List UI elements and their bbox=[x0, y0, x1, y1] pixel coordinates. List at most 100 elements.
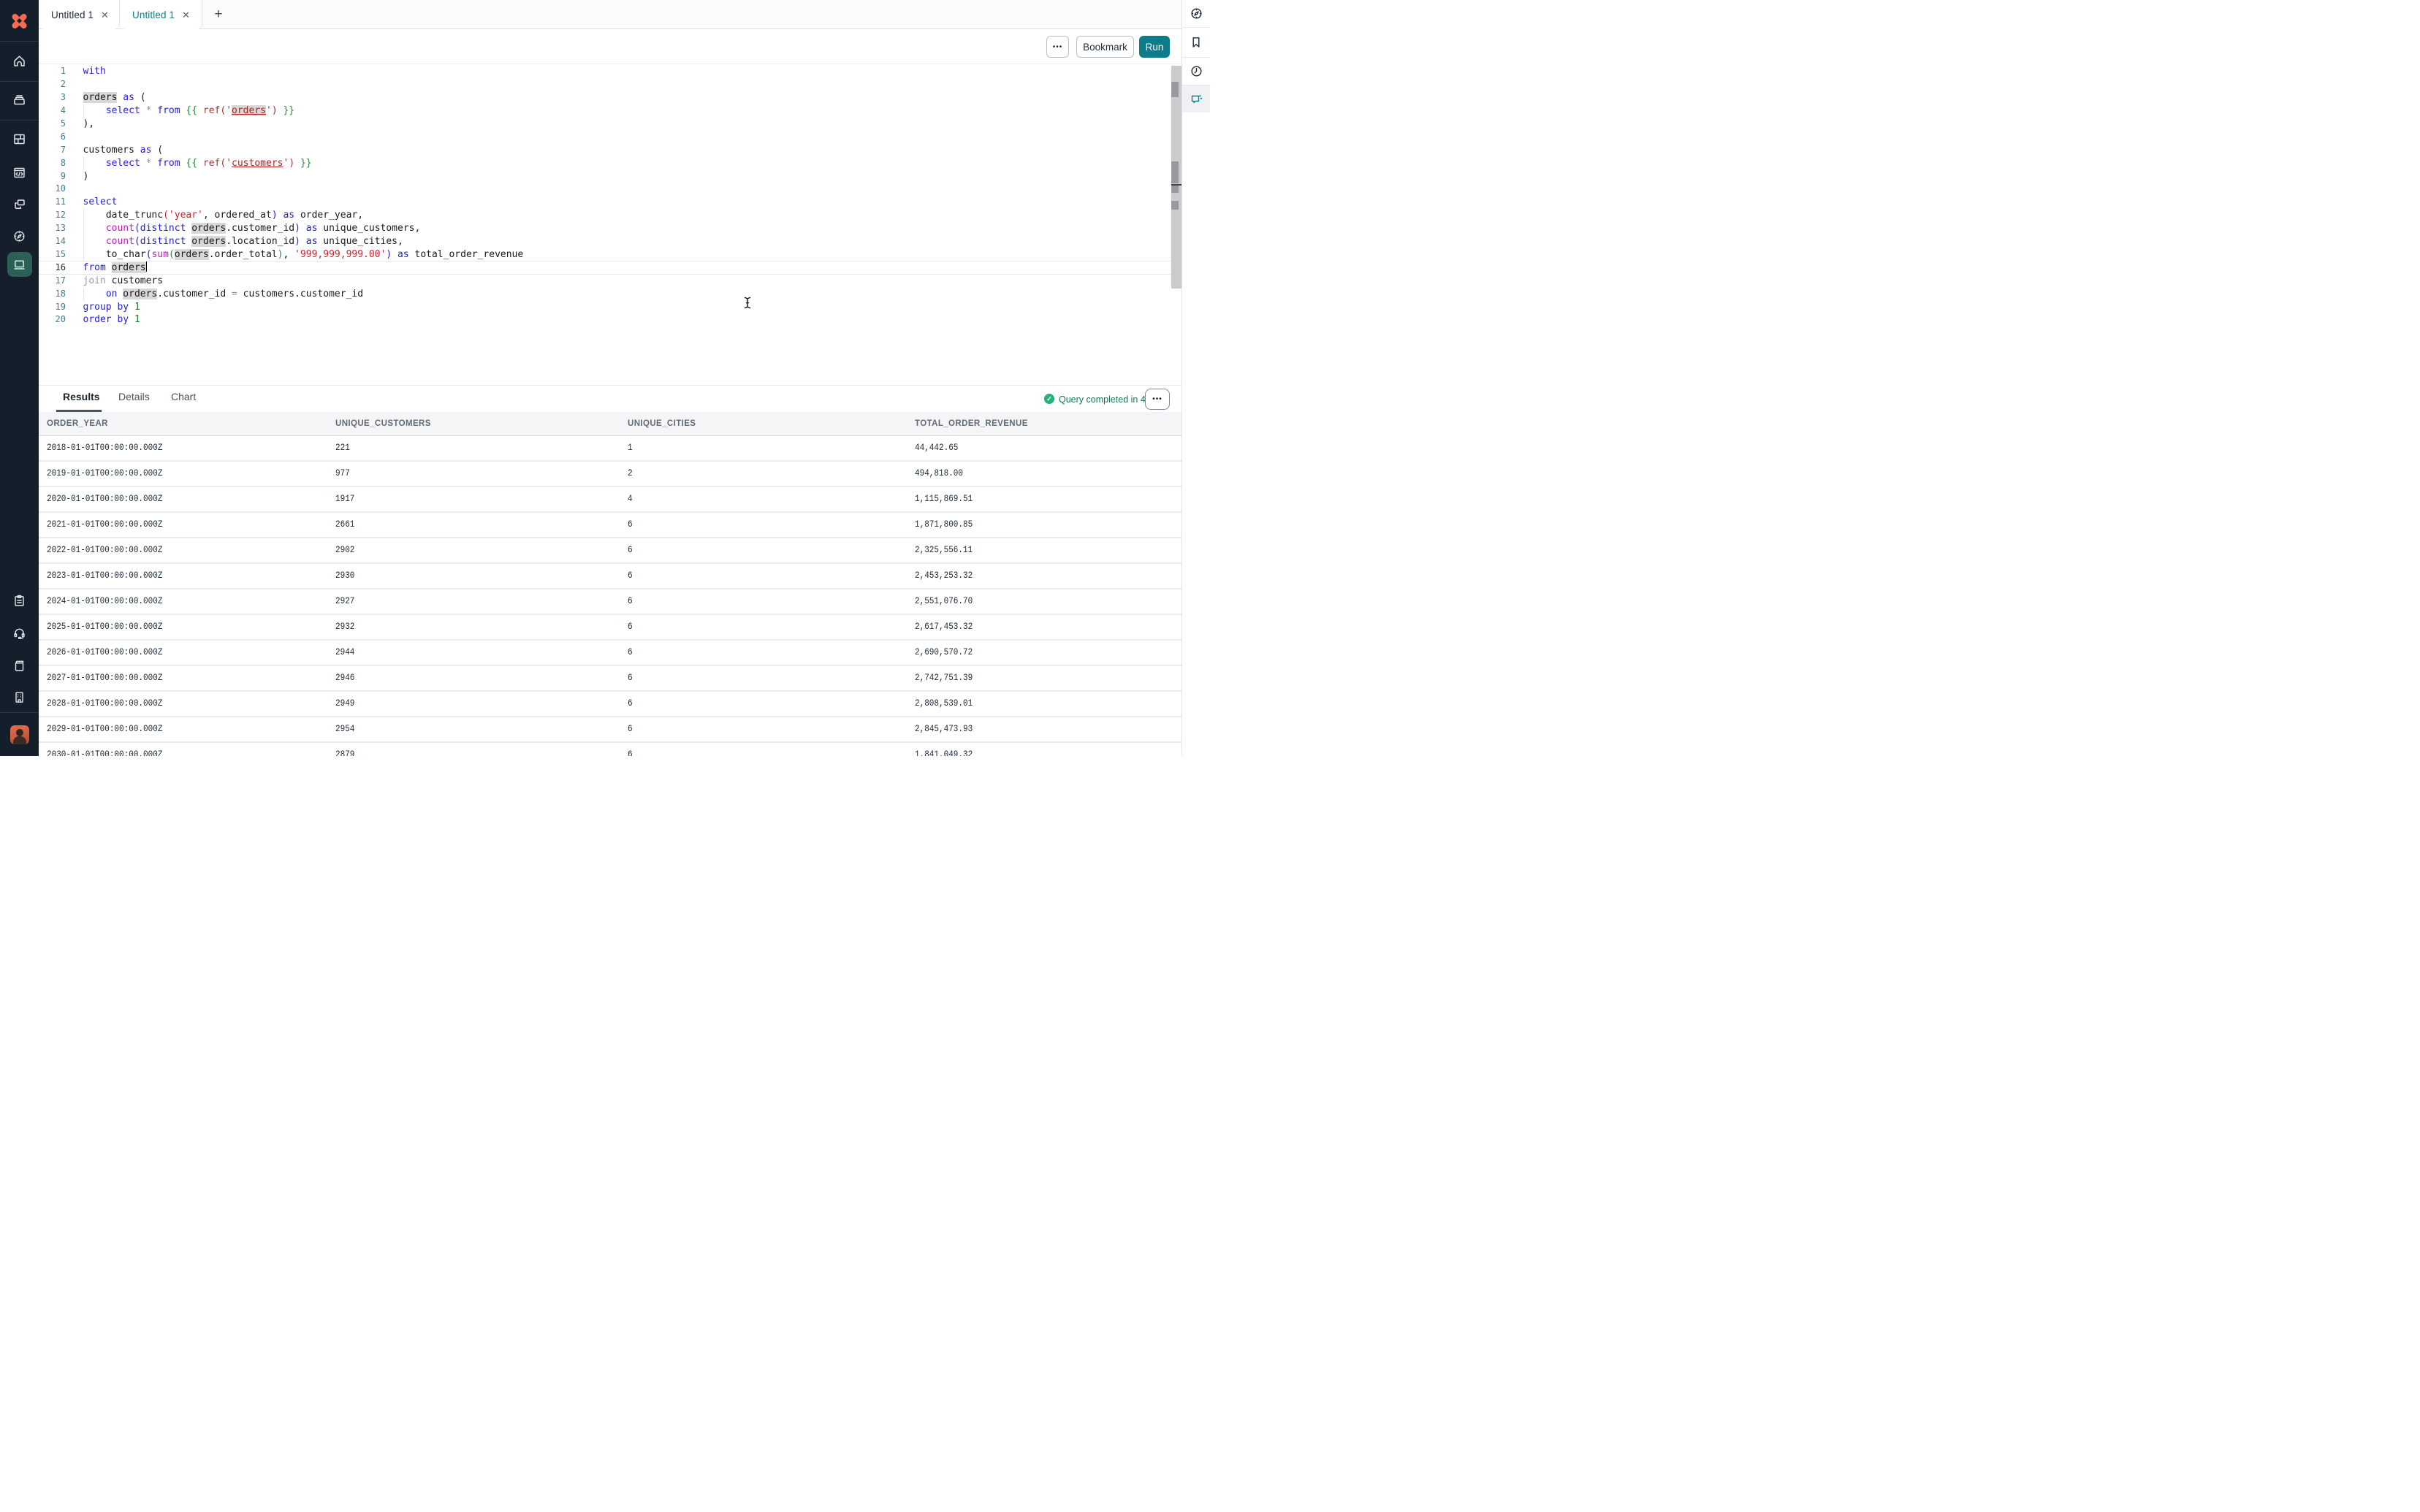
code-line-7[interactable]: 7customers as ( bbox=[39, 144, 1171, 157]
table-cell: 6 bbox=[628, 538, 633, 562]
code-line-15[interactable]: 15 to_char(sum(orders.order_total), '999… bbox=[39, 248, 1171, 261]
table-cell: 221 bbox=[335, 436, 350, 460]
table-cell: 6 bbox=[628, 717, 633, 741]
code-line-16[interactable]: 16from orders bbox=[39, 261, 1171, 275]
support-headset-icon[interactable] bbox=[7, 620, 32, 645]
table-row[interactable]: 2018-01-01T00:00:00.000Z221144,442.65 bbox=[39, 436, 1182, 462]
sidebar-divider bbox=[0, 120, 39, 121]
run-button[interactable]: Run bbox=[1139, 36, 1170, 58]
table-cell: 2028-01-01T00:00:00.000Z bbox=[47, 692, 162, 716]
templates-clipboard-icon[interactable] bbox=[7, 588, 32, 613]
workspace-laptop-icon[interactable] bbox=[7, 252, 32, 277]
table-row[interactable]: 2025-01-01T00:00:00.000Z293262,617,453.3… bbox=[39, 615, 1182, 641]
table-row[interactable]: 2021-01-01T00:00:00.000Z266161,871,800.8… bbox=[39, 513, 1182, 538]
hex-logo-icon bbox=[9, 11, 29, 31]
column-header-order_year[interactable]: ORDER_YEAR bbox=[47, 412, 108, 436]
table-row[interactable]: 2030-01-01T00:00:00.000Z287961,841,049.3… bbox=[39, 743, 1182, 756]
table-cell: 2025-01-01T00:00:00.000Z bbox=[47, 615, 162, 639]
code-window-icon[interactable] bbox=[7, 160, 32, 185]
code-line-11[interactable]: 11select bbox=[39, 196, 1171, 209]
table-header-row: ORDER_YEAR UNIQUE_CUSTOMERS UNIQUE_CITIES T… bbox=[39, 412, 1182, 436]
code-line-8[interactable]: 8 select * from {{ ref('customers') }} bbox=[39, 157, 1171, 170]
table-row[interactable]: 2022-01-01T00:00:00.000Z290262,325,556.1… bbox=[39, 538, 1182, 564]
home-icon[interactable] bbox=[7, 48, 32, 73]
column-header-unique_cities[interactable]: UNIQUE_CITIES bbox=[628, 412, 696, 436]
code-line-3[interactable]: 3 orders as ( bbox=[39, 91, 1171, 104]
line-number: 3 bbox=[39, 91, 66, 104]
column-header-total_order_revenue[interactable]: TOTAL_ORDER_REVENUE bbox=[915, 412, 1028, 436]
table-row[interactable]: 2027-01-01T00:00:00.000Z294662,742,751.3… bbox=[39, 666, 1182, 692]
table-cell: 2944 bbox=[335, 641, 354, 665]
sql-editor[interactable]: 1with23orders as (4 select * from {{ ref… bbox=[39, 64, 1182, 385]
code-line-17[interactable]: 17join customers bbox=[39, 275, 1171, 288]
user-avatar[interactable] bbox=[10, 725, 29, 744]
results-panel: ResultsDetailsChart ✓ Query completed in… bbox=[39, 385, 1182, 756]
explore-compass-icon[interactable] bbox=[1182, 0, 1210, 28]
code-line-12[interactable]: 12 date_trunc('year', ordered_at) as ord… bbox=[39, 209, 1171, 222]
tab-untitled-2[interactable]: Untitled 1 ✕ bbox=[120, 0, 202, 29]
multi-window-icon[interactable] bbox=[7, 191, 32, 216]
table-row[interactable]: 2024-01-01T00:00:00.000Z292762,551,076.7… bbox=[39, 589, 1182, 615]
ai-assistant-chat-icon[interactable] bbox=[1182, 85, 1210, 112]
code-line-10[interactable]: 10 bbox=[39, 183, 1171, 196]
line-number: 15 bbox=[39, 248, 66, 261]
table-row[interactable]: 2026-01-01T00:00:00.000Z294462,690,570.7… bbox=[39, 641, 1182, 666]
results-tab-results[interactable]: Results bbox=[63, 391, 100, 402]
table-cell: 2030-01-01T00:00:00.000Z bbox=[47, 743, 162, 756]
table-body[interactable]: 2018-01-01T00:00:00.000Z221144,442.65201… bbox=[39, 436, 1182, 756]
docs-book-icon[interactable] bbox=[7, 653, 32, 678]
tab-untitled-1[interactable]: Untitled 1 ✕ bbox=[39, 0, 120, 29]
hex-logo[interactable] bbox=[0, 0, 39, 41]
history-clock-icon[interactable] bbox=[1182, 58, 1210, 85]
table-row[interactable]: 2023-01-01T00:00:00.000Z293062,453,253.3… bbox=[39, 564, 1182, 589]
results-more-button[interactable]: ••• bbox=[1145, 389, 1170, 410]
line-number: 10 bbox=[39, 183, 66, 196]
code-line-19[interactable]: 19group by 1 bbox=[39, 301, 1171, 314]
table-cell: 2024-01-01T00:00:00.000Z bbox=[47, 589, 162, 614]
code-line-18[interactable]: 18 on orders.customer_id = customers.cus… bbox=[39, 288, 1171, 301]
code-line-14[interactable]: 14 count(distinct orders.location_id) as… bbox=[39, 235, 1171, 248]
code-line-2[interactable]: 2 bbox=[39, 78, 1171, 91]
query-status-text: Query completed in 4s bbox=[1059, 394, 1150, 405]
table-row[interactable]: 2029-01-01T00:00:00.000Z295462,845,473.9… bbox=[39, 717, 1182, 743]
organization-building-icon[interactable] bbox=[7, 684, 32, 709]
editor-scrollbar[interactable] bbox=[1171, 66, 1182, 289]
bookmark-button[interactable]: Bookmark bbox=[1076, 36, 1134, 58]
line-number: 4 bbox=[39, 104, 66, 118]
apps-grid-icon[interactable] bbox=[7, 126, 32, 151]
table-cell: 2,453,253.32 bbox=[915, 564, 973, 588]
more-options-button[interactable]: ••• bbox=[1046, 36, 1069, 58]
table-cell: 2,690,570.72 bbox=[915, 641, 973, 665]
code-text: count(distinct orders.location_id) as un… bbox=[83, 235, 403, 248]
column-header-unique_customers[interactable]: UNIQUE_CUSTOMERS bbox=[335, 412, 431, 436]
code-text: select * from {{ ref('orders') }} bbox=[83, 104, 295, 118]
projects-drawer-icon[interactable] bbox=[7, 87, 32, 112]
new-tab-button[interactable]: + bbox=[202, 0, 235, 29]
close-icon[interactable]: ✕ bbox=[101, 10, 109, 20]
code-line-5[interactable]: 5), bbox=[39, 118, 1171, 131]
code-line-13[interactable]: 13 count(distinct orders.customer_id) as… bbox=[39, 222, 1171, 235]
table-cell: 6 bbox=[628, 589, 633, 614]
line-number: 9 bbox=[39, 170, 66, 183]
code-line-6[interactable]: 6 bbox=[39, 131, 1171, 144]
table-cell: 2932 bbox=[335, 615, 354, 639]
code-line-9[interactable]: 9) bbox=[39, 170, 1171, 183]
code-text: orders as ( bbox=[83, 91, 146, 104]
line-number: 13 bbox=[39, 222, 66, 235]
code-text: group by 1 bbox=[83, 301, 140, 314]
table-cell: 2927 bbox=[335, 589, 354, 614]
results-tab-chart[interactable]: Chart bbox=[171, 391, 196, 402]
code-line-20[interactable]: 20order by 1 bbox=[39, 313, 1171, 327]
table-row[interactable]: 2028-01-01T00:00:00.000Z294962,808,539.0… bbox=[39, 692, 1182, 717]
table-cell: 1917 bbox=[335, 487, 354, 511]
table-row[interactable]: 2019-01-01T00:00:00.000Z9772494,818.00 bbox=[39, 462, 1182, 487]
results-tab-details[interactable]: Details bbox=[118, 391, 150, 402]
bookmark-icon[interactable] bbox=[1182, 28, 1210, 58]
code-line-1[interactable]: 1with bbox=[39, 65, 1171, 78]
table-row[interactable]: 2020-01-01T00:00:00.000Z191741,115,869.5… bbox=[39, 487, 1182, 513]
close-icon[interactable]: ✕ bbox=[182, 10, 190, 20]
line-number: 7 bbox=[39, 144, 66, 157]
code-line-4[interactable]: 4 select * from {{ ref('orders') }} bbox=[39, 104, 1171, 118]
explore-compass-icon[interactable] bbox=[7, 224, 32, 248]
code-text: join customers bbox=[83, 275, 164, 288]
